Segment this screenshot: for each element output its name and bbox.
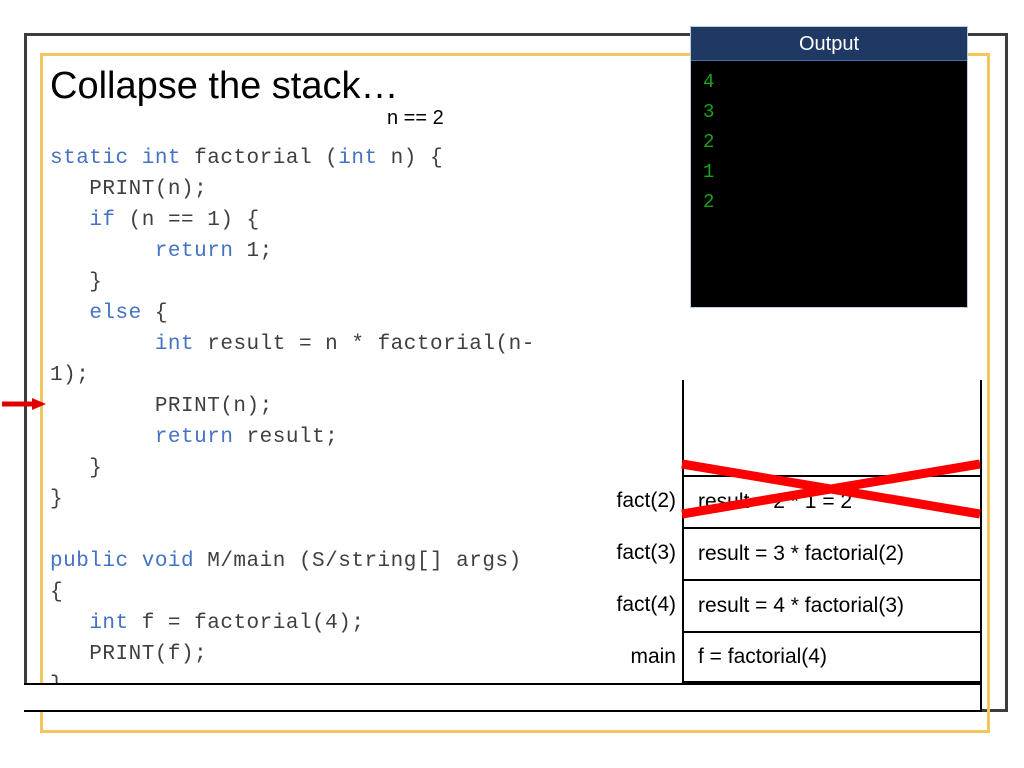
console-output-line: 2	[703, 191, 715, 213]
console-output-line: 3	[703, 101, 715, 123]
stack-frame-row: fact(2) result = 2 * 1 = 2	[600, 475, 982, 527]
stack-frame-label: fact(4)	[616, 593, 676, 616]
code-text: 1);	[50, 364, 90, 387]
stack-frame-value: result = 4 * factorial(3)	[682, 579, 982, 631]
code-text: {	[141, 302, 168, 325]
code-text: M/main (S/string[] args)	[194, 550, 522, 573]
call-stack-diagram: fact(2) result = 2 * 1 = 2 fact(3) result =…	[600, 380, 982, 712]
code-line: int result = n * factorial(n-	[50, 329, 670, 360]
code-line: if (n == 1) {	[50, 205, 670, 236]
left-pointer-arrow-icon	[2, 398, 46, 410]
code-text: }	[50, 488, 64, 511]
slide-canvas: Collapse the stack… n == 2 static int fa…	[0, 0, 1024, 768]
console-output-line: 2	[703, 131, 715, 153]
console-title-bar: Output	[691, 27, 967, 61]
code-line: int f = factorial(4);	[50, 608, 670, 639]
code-line: return 1;	[50, 236, 670, 267]
console-output-area: 4 3 2 1 2	[691, 61, 967, 307]
stack-frame-label: fact(2)	[616, 489, 676, 512]
code-line: PRINT(n);	[50, 174, 670, 205]
stack-empty-frame-box	[24, 683, 982, 712]
code-keyword: return	[154, 240, 234, 263]
stack-frame-list: fact(2) result = 2 * 1 = 2 fact(3) result =…	[600, 475, 982, 683]
code-text: f = factorial(4);	[128, 612, 365, 635]
code-keyword: if	[89, 209, 116, 232]
code-line: {	[50, 577, 670, 608]
n-value-annotation: n == 2	[387, 107, 444, 129]
stack-frame-row: fact(3) result = 3 * factorial(2)	[600, 527, 982, 579]
stack-frame-label: fact(3)	[616, 541, 676, 564]
code-keyword: int	[89, 612, 129, 635]
console-output-line: 4	[703, 71, 715, 93]
code-listing: static int factorial (int n) { PRINT(n);…	[50, 143, 670, 701]
code-keyword: return	[154, 426, 234, 449]
code-text: result;	[233, 426, 339, 449]
page-title: Collapse the stack…	[50, 65, 399, 107]
stack-frame-label: main	[630, 645, 676, 668]
code-text: result = n * factorial(n-	[194, 333, 535, 356]
code-text: }	[50, 271, 103, 294]
stack-frame-value: f = factorial(4)	[682, 631, 982, 683]
stack-frame-row: main f = factorial(4)	[600, 631, 982, 683]
code-line: }	[50, 267, 670, 298]
code-text: n) {	[377, 147, 444, 170]
code-line: }	[50, 484, 670, 515]
stack-frame-value: result = 2 * 1 = 2	[682, 475, 982, 527]
code-line: 1);	[50, 360, 670, 391]
code-keyword: public void	[50, 550, 195, 573]
code-text: }	[50, 457, 103, 480]
output-console-window: Output 4 3 2 1 2	[690, 26, 968, 308]
code-line: public void M/main (S/string[] args)	[50, 546, 670, 577]
code-keyword: int	[338, 147, 378, 170]
code-text: (n == 1) {	[115, 209, 260, 232]
code-line: else {	[50, 298, 670, 329]
code-text: {	[50, 581, 64, 604]
code-text: PRINT(n);	[50, 395, 273, 418]
console-output-line: 1	[703, 161, 715, 183]
code-line: }	[50, 453, 670, 484]
code-keyword: else	[89, 302, 142, 325]
stack-frame-row: fact(4) result = 4 * factorial(3)	[600, 579, 982, 631]
code-line: return result;	[50, 422, 670, 453]
code-line: PRINT(f);	[50, 639, 670, 670]
code-text: 1;	[233, 240, 273, 263]
code-keyword: static int	[50, 147, 182, 170]
code-line: PRINT(n);	[50, 391, 670, 422]
code-text: factorial (	[181, 147, 339, 170]
stack-frame-value: result = 3 * factorial(2)	[682, 527, 982, 579]
code-text: PRINT(n);	[50, 178, 208, 201]
code-keyword: int	[154, 333, 195, 356]
code-text: PRINT(f);	[50, 643, 208, 666]
code-line: static int factorial (int n) {	[50, 143, 670, 174]
